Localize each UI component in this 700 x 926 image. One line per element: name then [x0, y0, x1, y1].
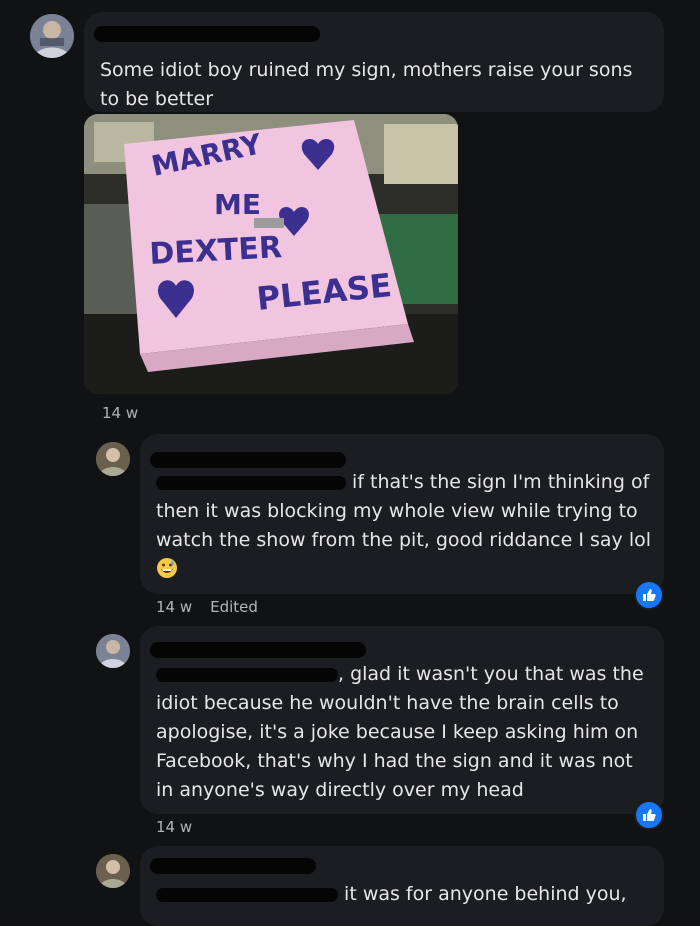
comment-text: it was for anyone behind you, — [156, 880, 656, 909]
thumbs-up-icon — [643, 589, 656, 601]
author-name-redacted[interactable] — [94, 26, 320, 42]
comment-timestamp[interactable]: 14 w — [156, 598, 192, 616]
post-text: Some idiot boy ruined my sign, mothers r… — [100, 59, 633, 110]
avatar-photo — [30, 14, 74, 58]
comment-text-body: , glad it wasn't you that was the idiot … — [156, 663, 644, 801]
post-timestamp[interactable]: 14 w — [102, 404, 138, 422]
comment-avatar[interactable] — [96, 442, 130, 476]
sign-image: MARRY ME DEXTER PLEASE — [84, 114, 458, 394]
post-meta: 14 w — [102, 404, 138, 422]
post-avatar[interactable] — [30, 14, 74, 58]
comment-text: if that's the sign I'm thinking of then … — [156, 468, 656, 584]
comment-meta: 14 w — [156, 818, 192, 836]
comment-meta: 14 w Edited — [156, 598, 258, 616]
post-bubble: Some idiot boy ruined my sign, mothers r… — [84, 12, 664, 112]
thumbs-up-icon — [643, 809, 656, 821]
comment-bubble: it was for anyone behind you, — [140, 846, 664, 926]
author-name-redacted[interactable] — [150, 858, 316, 874]
comment-timestamp[interactable]: 14 w — [156, 818, 192, 836]
avatar-photo — [96, 854, 130, 888]
comment-bubble: if that's the sign I'm thinking of then … — [140, 434, 664, 594]
like-reaction-badge[interactable] — [634, 800, 664, 830]
comment-avatar[interactable] — [96, 854, 130, 888]
avatar-photo — [96, 634, 130, 668]
mention-redacted[interactable] — [156, 887, 338, 902]
avatar-photo — [96, 442, 130, 476]
grinning-sweat-face-icon — [156, 557, 178, 579]
edited-label[interactable]: Edited — [210, 598, 258, 616]
comment-avatar[interactable] — [96, 634, 130, 668]
post-photo[interactable]: MARRY ME DEXTER PLEASE — [84, 114, 458, 394]
comment-text: , glad it wasn't you that was the idiot … — [156, 660, 656, 805]
like-reaction-badge[interactable] — [634, 580, 664, 610]
author-name-redacted[interactable] — [150, 452, 346, 468]
comment-bubble: , glad it wasn't you that was the idiot … — [140, 626, 664, 814]
comment-text-body: it was for anyone behind you, — [344, 883, 627, 905]
sign-line-3: DEXTER — [149, 230, 283, 272]
mention-redacted[interactable] — [156, 475, 346, 490]
author-name-redacted[interactable] — [150, 642, 366, 658]
sign-line-2: ME — [214, 188, 261, 221]
mention-redacted[interactable] — [156, 667, 338, 682]
